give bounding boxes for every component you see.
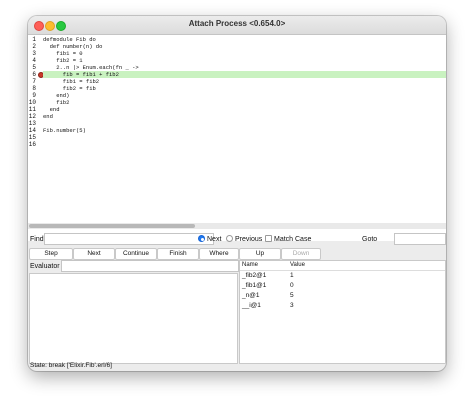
binding-row[interactable]: __i@1 3 <box>240 301 445 310</box>
line-number: 3 <box>32 50 36 57</box>
binding-row[interactable]: _n@1 5 <box>240 291 445 300</box>
up-button[interactable]: Up <box>239 248 281 260</box>
binding-value: 1 <box>290 272 294 279</box>
binding-name: _n@1 <box>242 292 260 299</box>
line-number: 14 <box>28 127 36 134</box>
window-title: Attach Process <0.654.0> <box>188 19 286 28</box>
line-number: 10 <box>28 99 36 106</box>
line-number: 5 <box>32 64 36 71</box>
find-input[interactable] <box>44 233 214 245</box>
code-line: fib2 <box>43 99 70 106</box>
line-number: 2 <box>32 43 36 50</box>
goto-label: Goto <box>362 236 378 243</box>
line-number: 13 <box>28 120 36 127</box>
binding-name: __i@1 <box>242 302 261 309</box>
code-line: end <box>43 113 53 120</box>
next-radio-label: Next <box>207 236 222 243</box>
line-number: 7 <box>32 78 36 85</box>
line-number: 9 <box>32 92 36 99</box>
code-line: end <box>43 106 60 113</box>
line-number-gutter: 1 2 3 4 5 6 7 8 9 10 11 12 13 14 15 16 <box>28 35 44 241</box>
goto-input[interactable] <box>394 233 446 245</box>
binding-value: 5 <box>290 292 294 299</box>
finish-button[interactable]: Finish <box>157 248 199 260</box>
bindings-table: Name Value _fib2@1 1 _fib1@1 0 _n@1 5 __… <box>239 260 446 364</box>
line-number: 4 <box>32 57 36 64</box>
down-button: Down <box>281 248 321 260</box>
horizontal-scrollbar[interactable] <box>28 223 446 229</box>
line-number: 16 <box>28 141 36 148</box>
line-number: 6 <box>32 71 36 78</box>
previous-radio-label: Previous <box>235 236 263 243</box>
scrollbar-thumb[interactable] <box>29 224 195 228</box>
code-line: defmodule Fib do <box>43 36 96 43</box>
code-line: fib1 = 0 <box>43 50 83 57</box>
binding-value: 3 <box>290 302 294 309</box>
binding-row[interactable]: _fib1@1 0 <box>240 281 445 290</box>
evaluator-input[interactable] <box>61 260 239 272</box>
attach-process-window: Attach Process <0.654.0> 1 2 3 4 5 6 7 8 9 10 11 12… <box>28 16 446 371</box>
match-case-label: Match Case <box>274 236 312 243</box>
step-button[interactable]: Step <box>29 248 73 260</box>
code-line: Fib.number(5) <box>43 127 86 134</box>
code-line: 2..n |> Enum.each(fn _ -> <box>43 64 139 71</box>
line-number: 8 <box>32 85 36 92</box>
name-column-header[interactable]: Name <box>242 262 258 268</box>
evaluator-label: Evaluator <box>30 263 60 270</box>
code-line: fib2 = fib <box>43 85 96 92</box>
status-bar: State: break ['Elixir.Fib'.erl/6] <box>30 362 112 369</box>
code-line: def number(n) do <box>43 43 103 50</box>
previous-radio[interactable] <box>226 235 233 242</box>
where-button[interactable]: Where <box>199 248 239 260</box>
code-editor[interactable]: 1 2 3 4 5 6 7 8 9 10 11 12 13 14 15 16 defmodule Fib do… <box>28 35 446 241</box>
code-line: end) <box>43 92 70 99</box>
next-button[interactable]: Next <box>73 248 115 260</box>
line-number: 12 <box>28 113 36 120</box>
line-number: 1 <box>32 36 36 43</box>
title-bar: Attach Process <0.654.0> <box>28 16 446 35</box>
value-column-header[interactable]: Value <box>290 262 305 268</box>
next-radio[interactable] <box>198 235 205 242</box>
bindings-header: Name Value <box>240 261 445 271</box>
code-line: fib2 = 1 <box>43 57 83 64</box>
evaluator-output[interactable] <box>29 273 238 364</box>
binding-value: 0 <box>290 282 294 289</box>
binding-name: _fib1@1 <box>242 282 267 289</box>
binding-row[interactable]: _fib2@1 1 <box>240 271 445 280</box>
continue-button[interactable]: Continue <box>115 248 157 260</box>
binding-name: _fib2@1 <box>242 272 267 279</box>
line-number: 11 <box>28 106 36 113</box>
match-case-checkbox[interactable] <box>265 235 272 242</box>
code-line: fib = fib1 + fib2 <box>43 71 446 78</box>
code-line: fib1 = fib2 <box>43 78 100 85</box>
line-number: 15 <box>28 134 36 141</box>
